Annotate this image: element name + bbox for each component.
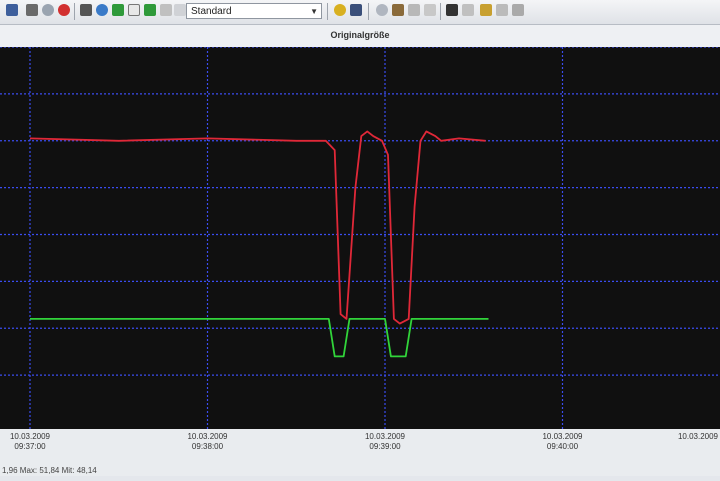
text-icon[interactable]	[160, 4, 172, 16]
move-icon[interactable]	[392, 4, 404, 16]
view-title: Originalgröße	[330, 30, 390, 40]
x-tick-label-date: 10.03.2009	[542, 432, 583, 441]
toolbar-separator	[368, 3, 369, 20]
binoculars-icon[interactable]	[80, 4, 92, 16]
zoom-icon[interactable]	[376, 4, 388, 16]
x-tick-label-date: 10.03.2009	[187, 432, 228, 441]
plot-background	[0, 47, 720, 429]
grid-icon[interactable]	[144, 4, 156, 16]
x-tick-label-date: 10.03.2009	[10, 432, 51, 441]
mode-select[interactable]: Standard ▼	[186, 3, 322, 19]
eraser-icon[interactable]	[512, 4, 524, 16]
fit-icon[interactable]	[408, 4, 420, 16]
toolbar-separator	[440, 3, 441, 20]
cursor-icon[interactable]	[446, 4, 458, 16]
blank-icon[interactable]	[174, 4, 186, 16]
settings-icon[interactable]	[26, 4, 38, 16]
mode-select-value: Standard	[191, 6, 232, 17]
x-tick-label-time: 09:39:00	[369, 442, 401, 451]
trend-chart	[0, 47, 720, 429]
x-tick-label-date: 10.03.2009	[365, 432, 406, 441]
status-text: 1,96 Max: 51,84 Mit: 48,14	[2, 466, 97, 475]
time-axis: 10.03.2009 09:37:00 10.03.2009 09:38:00 10.0…	[0, 429, 720, 476]
chevron-down-icon: ▼	[310, 7, 318, 16]
image-icon[interactable]	[112, 4, 124, 16]
text-tool-icon[interactable]	[496, 4, 508, 16]
x-tick-label-date: 10.03.2009	[678, 432, 719, 441]
globe-icon[interactable]	[96, 4, 108, 16]
select-icon[interactable]	[462, 4, 474, 16]
toolbar: Standard ▼	[0, 0, 720, 25]
pin-icon[interactable]	[334, 4, 346, 16]
lock-icon[interactable]	[480, 4, 492, 16]
x-tick-label-time: 09:40:00	[547, 442, 579, 451]
x-tick-label-time: 09:38:00	[192, 442, 224, 451]
toolbar-separator	[74, 3, 75, 20]
page-icon[interactable]	[6, 4, 18, 16]
window-icon[interactable]	[128, 4, 140, 16]
stop-icon[interactable]	[58, 4, 70, 16]
pen-icon[interactable]	[424, 4, 436, 16]
x-tick-label-time: 09:37:00	[14, 442, 46, 451]
view-header: Originalgröße	[0, 25, 720, 47]
toolbar-separator	[327, 3, 328, 20]
record-icon[interactable]	[42, 4, 54, 16]
help-icon[interactable]	[350, 4, 362, 16]
